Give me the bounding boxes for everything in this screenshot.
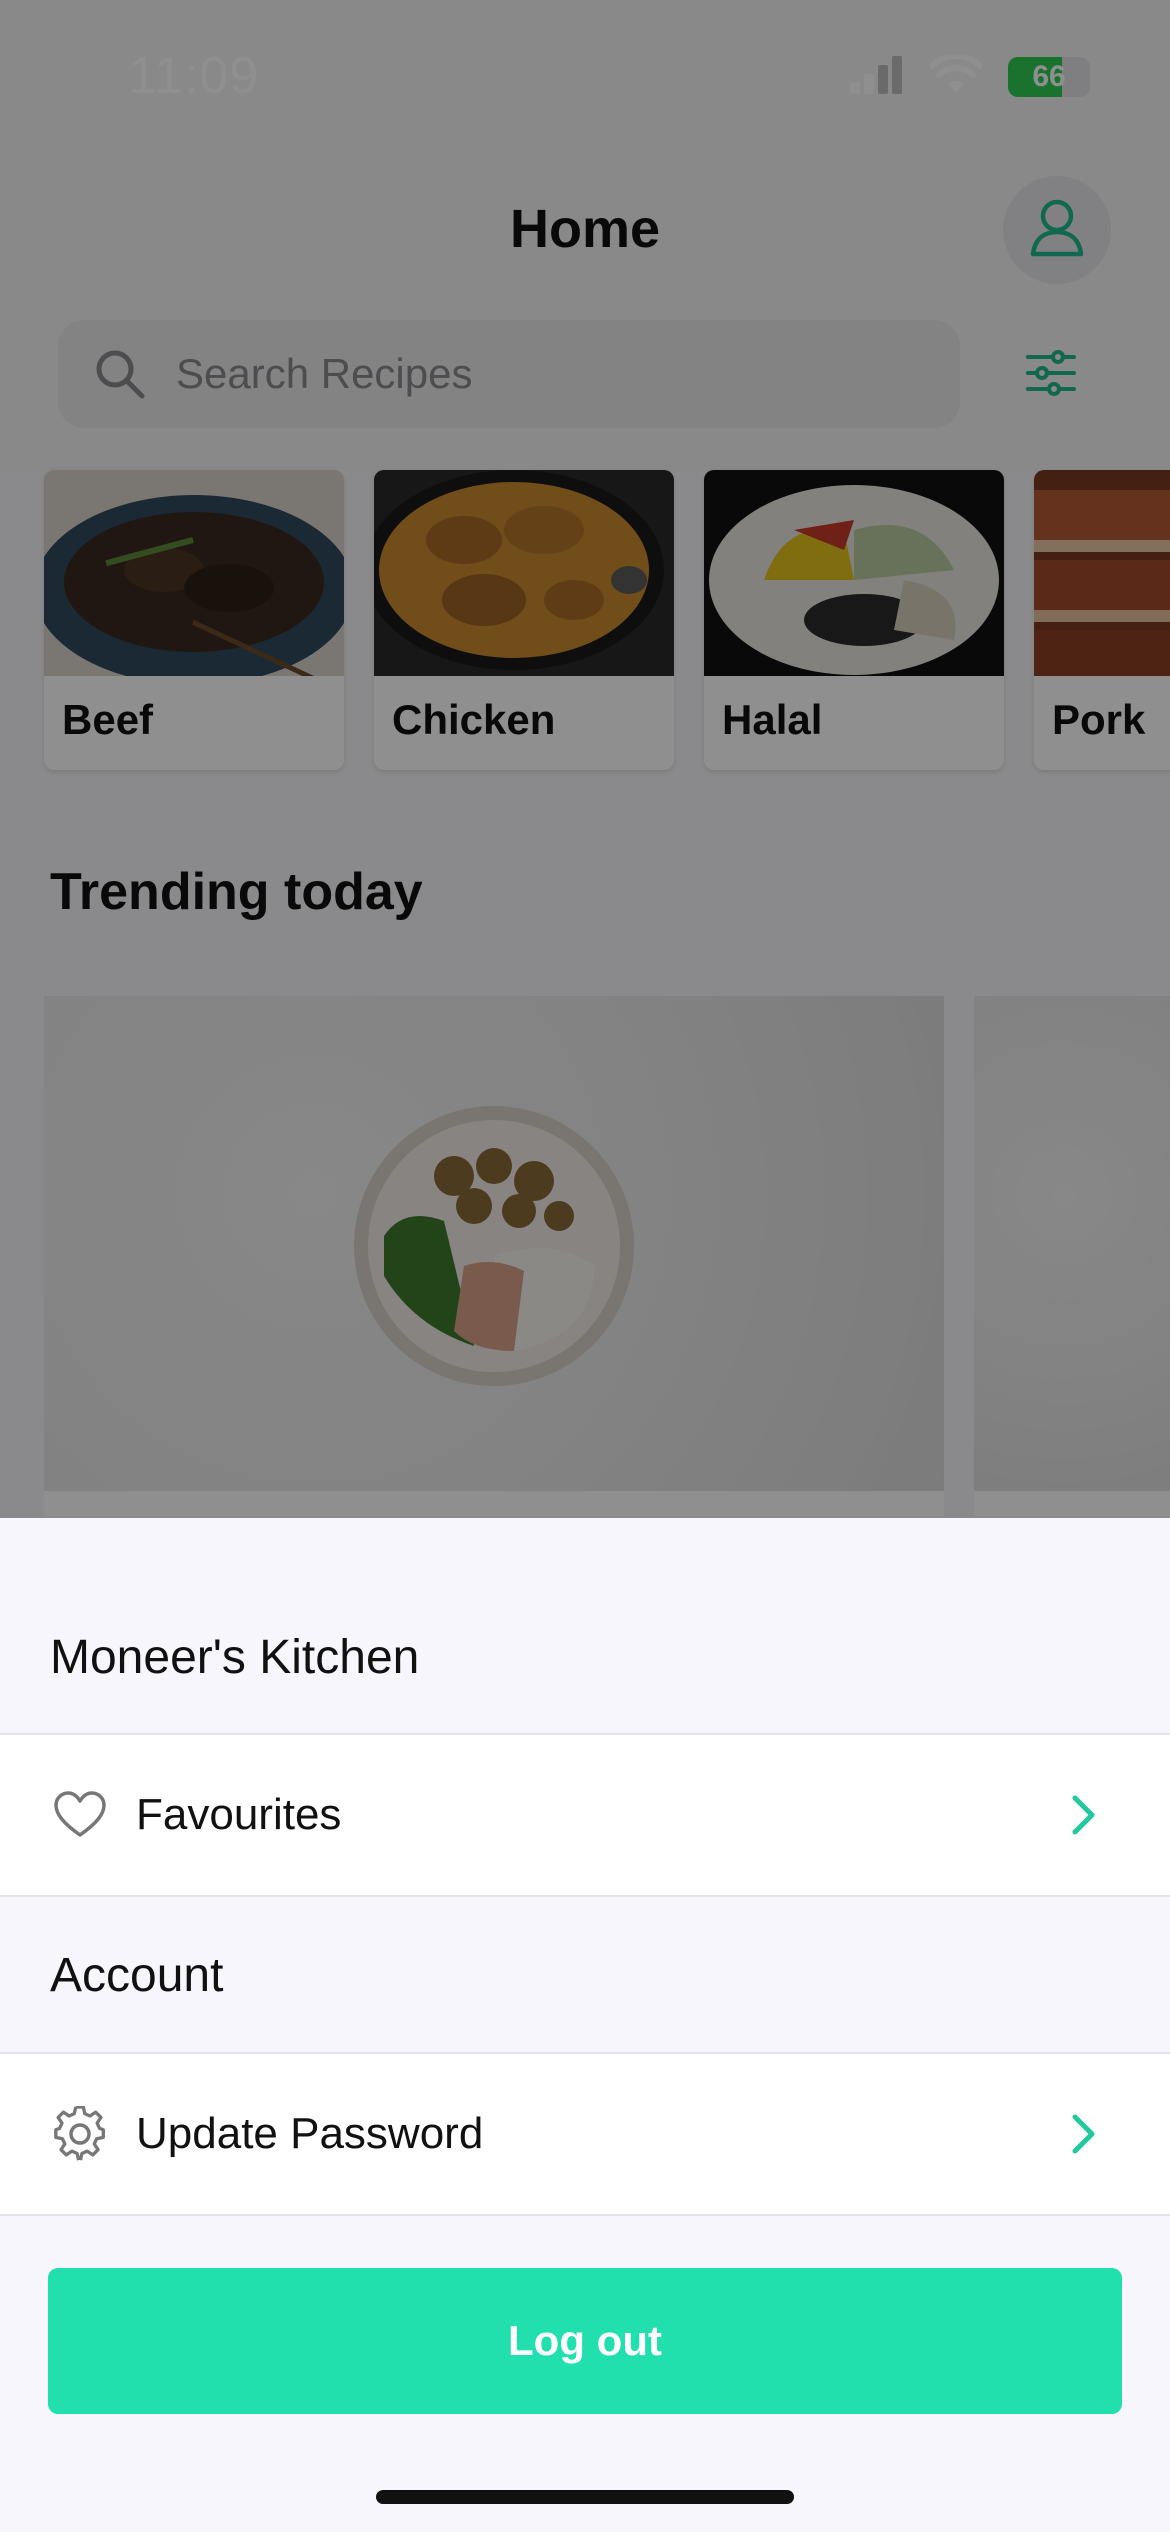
chevron-right-icon — [1064, 1790, 1104, 1840]
modal-backdrop[interactable] — [0, 0, 1170, 1518]
favourites-row[interactable]: Favourites — [0, 1733, 1170, 1897]
profile-sheet: Moneer's Kitchen Favourites Account Upda… — [0, 1518, 1170, 2532]
account-title: Account — [50, 1949, 224, 2002]
heart-icon — [52, 1787, 108, 1843]
update-password-row[interactable]: Update Password — [0, 2052, 1170, 2216]
favourites-label: Favourites — [136, 1790, 342, 1839]
kitchen-title: Moneer's Kitchen — [50, 1631, 420, 1684]
home-indicator — [376, 2490, 794, 2504]
chevron-right-icon — [1064, 2109, 1104, 2159]
logout-button[interactable]: Log out — [48, 2268, 1122, 2414]
update-password-label: Update Password — [136, 2109, 484, 2158]
gear-icon — [52, 2106, 108, 2162]
